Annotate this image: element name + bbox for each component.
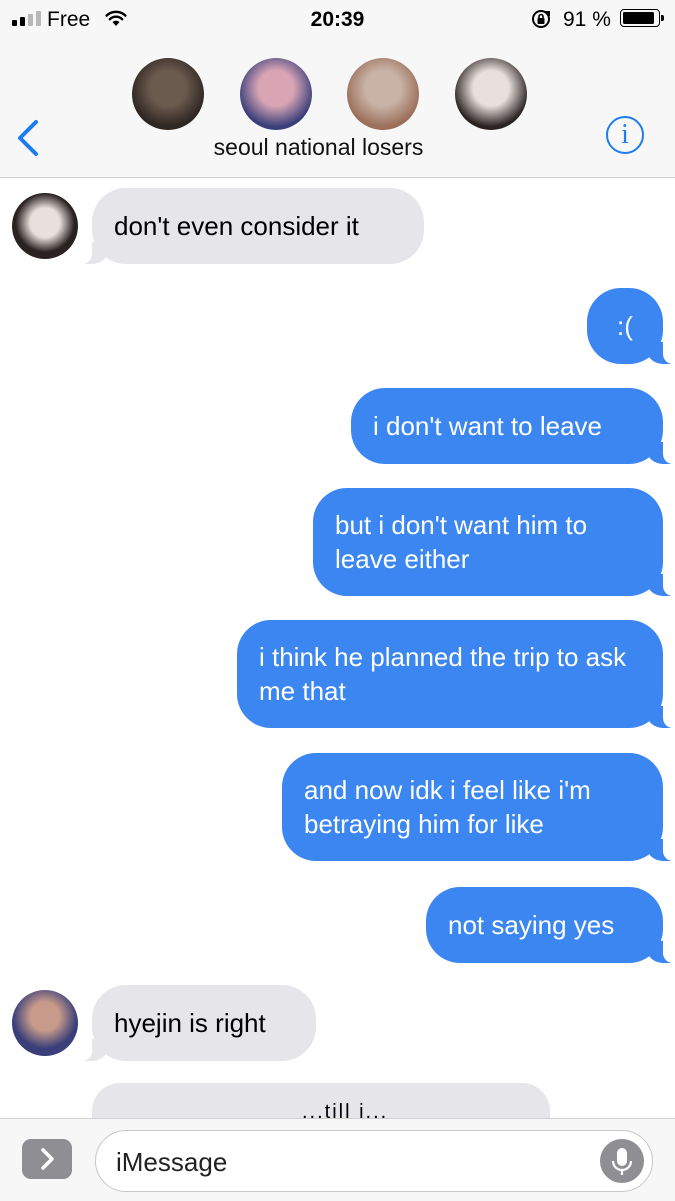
message-bubble-incoming[interactable]: hyejin is right (76, 985, 316, 1061)
participant-avatar-3[interactable] (347, 58, 419, 130)
message-bubble-outgoing[interactable]: but i don't want him to leave either (313, 488, 675, 596)
message-input-container[interactable] (95, 1130, 653, 1192)
battery-percentage: 91 % (563, 8, 611, 31)
message-text: i don't want to leave (373, 411, 602, 441)
info-button[interactable]: i (606, 116, 644, 154)
message-text: hyejin is right (114, 1008, 266, 1038)
conversation-header: Free 20:39 91 % seoul national losers i (0, 0, 675, 178)
message-text: :( (617, 311, 633, 341)
dictation-button[interactable] (600, 1139, 644, 1183)
rotation-lock-icon (532, 10, 550, 28)
message-bubble-outgoing[interactable]: i don't want to leave (351, 388, 675, 464)
message-text: but i don't want him to leave either (335, 510, 588, 574)
expand-apps-button[interactable] (22, 1139, 72, 1179)
message-bubble-outgoing[interactable]: :( (587, 288, 675, 364)
compose-bar (0, 1118, 675, 1201)
microphone-icon (611, 1148, 633, 1175)
sender-avatar[interactable] (12, 990, 78, 1056)
message-text: don't even consider it (114, 211, 359, 241)
message-text: i think he planned the trip to ask me th… (259, 642, 627, 706)
message-text: and now idk i feel like i'm betraying hi… (304, 775, 591, 839)
status-bar: Free 20:39 91 % (0, 0, 675, 38)
participant-avatar-4[interactable] (455, 58, 527, 130)
message-bubble-outgoing[interactable]: and now idk i feel like i'm betraying hi… (282, 753, 675, 861)
battery-icon (620, 9, 664, 27)
message-bubble-outgoing[interactable]: not saying yes (426, 887, 675, 963)
participant-avatar-1[interactable] (132, 58, 204, 130)
message-text: not saying yes (448, 910, 615, 940)
message-input[interactable] (114, 1141, 588, 1183)
participant-avatar-2[interactable] (240, 58, 312, 130)
message-bubble-incoming[interactable]: don't even consider it (76, 188, 424, 264)
message-bubble-outgoing[interactable]: i think he planned the trip to ask me th… (237, 620, 675, 728)
chevron-right-icon (41, 1148, 54, 1170)
sender-avatar[interactable] (12, 193, 78, 259)
participant-avatars[interactable] (0, 58, 675, 130)
group-name[interactable]: seoul national losers (0, 134, 637, 161)
